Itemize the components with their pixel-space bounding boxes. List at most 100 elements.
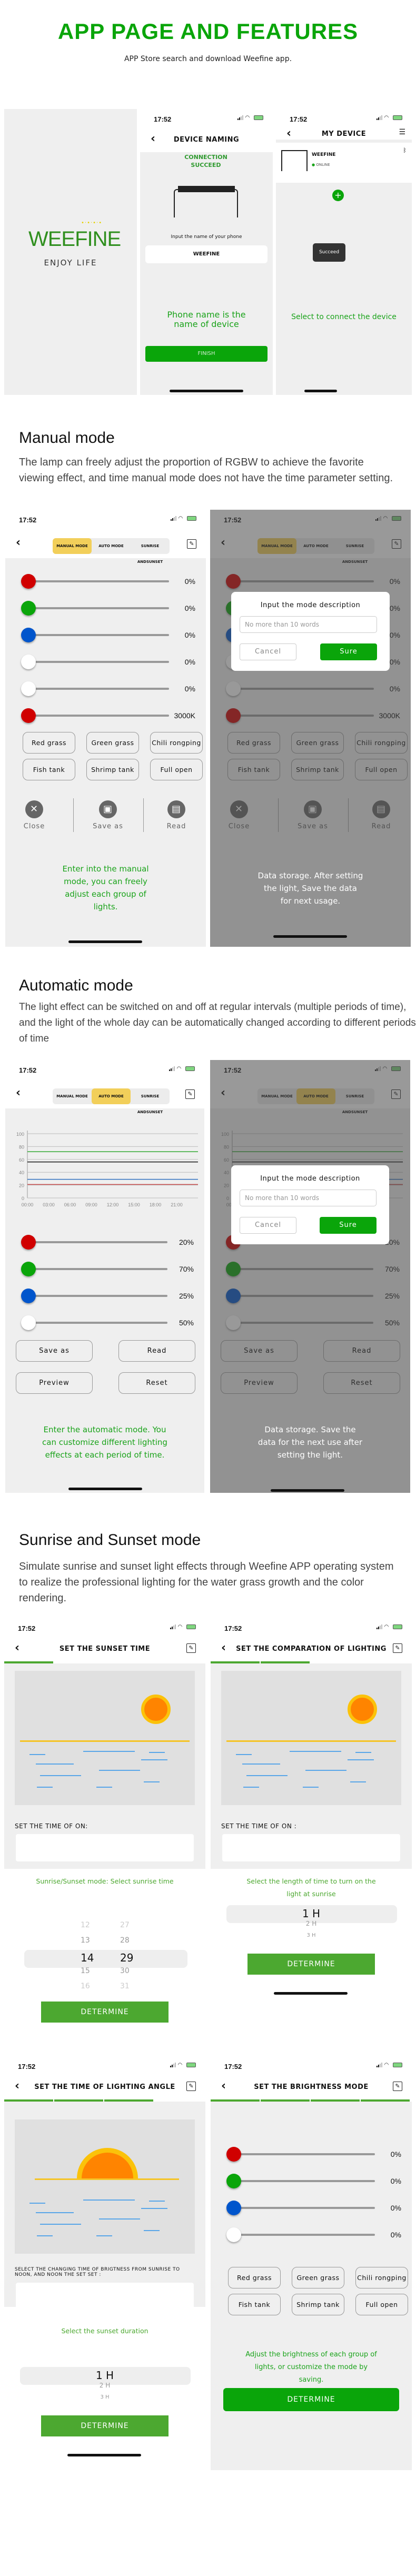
preview-button[interactable]: Preview <box>16 1372 93 1394</box>
time-input[interactable] <box>222 1834 400 1861</box>
slider-knob[interactable] <box>226 2174 241 2188</box>
preset-button[interactable]: Fish tank <box>23 759 75 780</box>
preset-button[interactable]: Chili rongping <box>355 2267 408 2288</box>
channel-slider[interactable]: 70% <box>21 1262 194 1276</box>
channel-slider[interactable]: 0% <box>226 2147 401 2162</box>
mode-description-input[interactable]: No more than 10 words <box>240 616 377 633</box>
slider-knob[interactable] <box>21 1262 36 1276</box>
cancel-button[interactable]: Cancel <box>240 643 296 660</box>
minute-option[interactable]: 29 <box>120 1951 133 1964</box>
menu-icon[interactable]: ☰ <box>399 128 405 136</box>
channel-slider[interactable]: 0% <box>226 2201 401 2215</box>
save-as-button[interactable]: Save as <box>16 1340 93 1362</box>
hour-option[interactable]: 13 <box>81 1936 90 1945</box>
channel-slider[interactable]: 3000K <box>21 708 195 723</box>
hour-option[interactable]: 14 <box>81 1951 94 1964</box>
determine-button[interactable]: DETERMINE <box>247 1954 375 1975</box>
read-action[interactable]: ▤ Read <box>153 800 200 830</box>
slider-track[interactable] <box>28 715 169 717</box>
slider-track[interactable] <box>28 688 169 690</box>
edit-icon[interactable]: ✎ <box>186 1643 196 1653</box>
back-button[interactable]: ‹ <box>16 1086 21 1099</box>
slider-track[interactable] <box>234 2180 375 2182</box>
duration-option[interactable]: 2 H <box>211 1920 412 1927</box>
slider-track[interactable] <box>28 1322 167 1324</box>
minute-option[interactable]: 30 <box>120 1967 130 1975</box>
determine-button[interactable]: DETERMINE <box>41 2002 169 2023</box>
duration-option[interactable]: 1 H <box>211 1907 412 1920</box>
duration-option[interactable]: 1 H <box>4 2369 205 2382</box>
preset-button[interactable]: Full open <box>150 759 203 780</box>
determine-button[interactable]: DETERMINE <box>223 2388 399 2411</box>
preset-button[interactable]: Fish tank <box>228 2294 281 2315</box>
preset-button[interactable]: Green grass <box>292 2267 344 2288</box>
slider-track[interactable] <box>28 580 169 582</box>
preset-button[interactable]: Green grass <box>86 732 139 754</box>
minute-option[interactable]: 31 <box>120 1982 130 1990</box>
tab-manual[interactable]: MANUAL MODE <box>53 1088 92 1104</box>
slider-knob[interactable] <box>21 628 36 642</box>
slider-knob[interactable] <box>21 601 36 616</box>
slider-track[interactable] <box>28 1241 167 1243</box>
minute-option[interactable]: 28 <box>120 1936 130 1945</box>
channel-slider[interactable]: 0% <box>21 601 195 616</box>
tab-manual[interactable]: MANUAL MODE <box>53 538 92 554</box>
channel-slider[interactable]: 0% <box>21 628 195 642</box>
duration-option[interactable]: 2 H <box>4 2382 205 2389</box>
channel-slider[interactable]: 25% <box>21 1289 194 1303</box>
preset-button[interactable]: Red grass <box>23 732 75 754</box>
cancel-button[interactable]: Cancel <box>240 1217 296 1234</box>
edit-icon[interactable]: ✎ <box>186 2082 196 2091</box>
preset-button[interactable]: Red grass <box>228 2267 281 2288</box>
preset-button[interactable]: Full open <box>355 2294 408 2315</box>
minute-option[interactable]: 27 <box>120 1921 130 1929</box>
slider-knob[interactable] <box>226 2227 241 2242</box>
slider-knob[interactable] <box>21 1289 36 1303</box>
device-name-input[interactable]: WEEFINE <box>145 245 268 263</box>
hour-option[interactable]: 15 <box>81 1967 90 1975</box>
sure-button[interactable]: Sure <box>320 643 377 660</box>
sure-button[interactable]: Sure <box>320 1217 377 1234</box>
edit-icon[interactable]: ✎ <box>187 539 196 549</box>
preset-button[interactable]: Shrimp tank <box>292 2294 344 2315</box>
determine-button[interactable]: DETERMINE <box>41 2415 169 2436</box>
device-card[interactable]: WEEFINE ● ONLINE ᛒ <box>276 143 412 183</box>
hour-option[interactable]: 12 <box>81 1921 90 1929</box>
reset-button[interactable]: Reset <box>118 1372 195 1394</box>
mode-description-input[interactable]: No more than 10 words <box>240 1190 377 1206</box>
slider-knob[interactable] <box>226 2147 241 2162</box>
edit-icon[interactable]: ✎ <box>185 1089 195 1099</box>
slider-track[interactable] <box>28 1268 167 1270</box>
channel-slider[interactable]: 20% <box>21 1235 194 1250</box>
back-button[interactable]: ‹ <box>16 536 21 549</box>
slider-knob[interactable] <box>21 708 36 723</box>
slider-knob[interactable] <box>21 655 36 669</box>
edit-icon[interactable]: ✎ <box>393 2082 402 2091</box>
preset-button[interactable]: Shrimp tank <box>86 759 139 780</box>
slider-knob[interactable] <box>21 1315 36 1330</box>
duration-option[interactable]: 3 H <box>4 2394 205 2400</box>
slider-track[interactable] <box>28 607 169 609</box>
channel-slider[interactable]: 0% <box>226 2174 401 2188</box>
tab-sunrise-sunset[interactable]: SUNRISE ANDSUNSET <box>131 1088 170 1114</box>
channel-slider[interactable]: 0% <box>226 2227 401 2242</box>
add-device-button[interactable]: + <box>332 190 344 201</box>
time-input[interactable] <box>16 1834 194 1861</box>
tab-sunrise-sunset[interactable]: SUNRISE ANDSUNSET <box>131 538 170 564</box>
finish-button[interactable]: FINISH <box>145 346 268 362</box>
hour-option[interactable]: 16 <box>81 1982 90 1990</box>
slider-knob[interactable] <box>226 2201 241 2215</box>
edit-icon[interactable]: ✎ <box>393 1643 402 1653</box>
slider-track[interactable] <box>234 2234 375 2236</box>
time-input[interactable] <box>16 2283 194 2310</box>
save-as-action[interactable]: ▣ Save as <box>84 800 132 830</box>
slider-track[interactable] <box>28 1295 167 1297</box>
tab-auto[interactable]: AUTO MODE <box>92 538 131 554</box>
slider-track[interactable] <box>234 2207 375 2209</box>
preset-button[interactable]: Chili rongping <box>150 732 203 754</box>
slider-knob[interactable] <box>21 1235 36 1250</box>
slider-track[interactable] <box>28 634 169 636</box>
tab-auto[interactable]: AUTO MODE <box>92 1088 131 1104</box>
channel-slider[interactable]: 50% <box>21 1315 194 1330</box>
channel-slider[interactable]: 0% <box>21 574 195 589</box>
